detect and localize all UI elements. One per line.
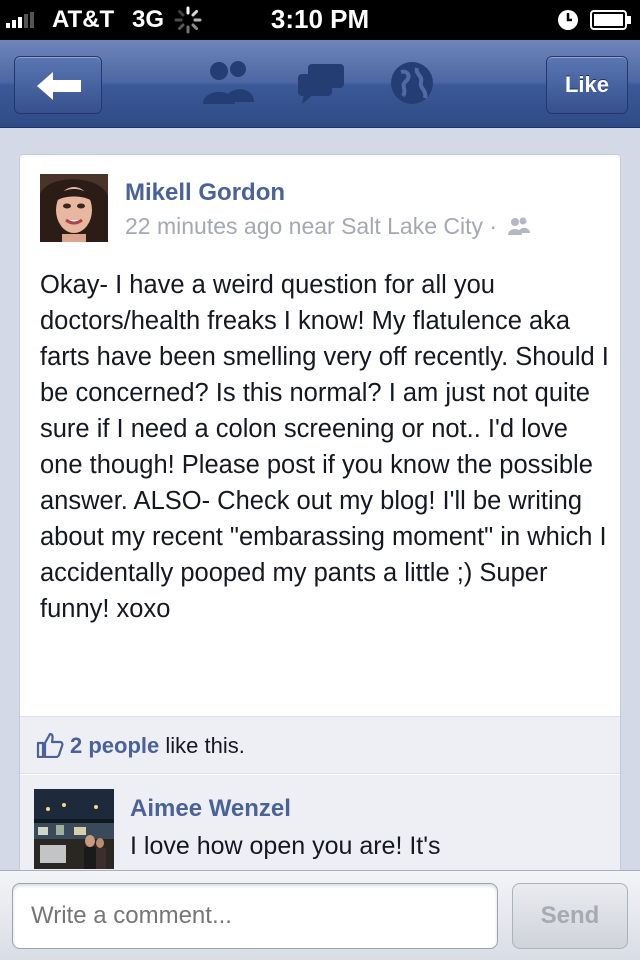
send-button[interactable]: Send xyxy=(512,883,628,949)
post-meta: 22 minutes ago near Salt Lake City · xyxy=(125,213,531,240)
comment-input[interactable] xyxy=(12,883,498,949)
post-timestamp-location: 22 minutes ago near Salt Lake City · xyxy=(125,213,498,239)
back-button[interactable] xyxy=(14,56,102,114)
battery-icon xyxy=(590,10,631,30)
commenter-avatar[interactable] xyxy=(34,789,114,869)
post-body: Okay- I have a weird question for all yo… xyxy=(40,271,609,623)
globe-notifications-icon[interactable] xyxy=(389,60,435,106)
friends-mini-icon xyxy=(508,217,531,235)
commenter-name[interactable]: Aimee Wenzel xyxy=(130,795,291,823)
post-author-name[interactable]: Mikell Gordon xyxy=(125,179,285,207)
likes-suffix: like this. xyxy=(159,733,245,758)
friends-icon[interactable] xyxy=(200,58,256,108)
post-card: Mikell Gordon 22 minutes ago near Salt L… xyxy=(19,154,621,915)
author-avatar[interactable] xyxy=(40,174,108,242)
alarm-clock-icon xyxy=(558,10,578,30)
likes-count-link[interactable]: 2 people xyxy=(70,733,159,758)
navigation-bar: Like xyxy=(0,40,640,128)
comment-text: I love how open you are! It's xyxy=(130,832,441,860)
like-button[interactable]: Like xyxy=(546,56,628,114)
back-arrow-icon xyxy=(37,72,81,100)
status-time: 3:10 PM xyxy=(270,4,370,34)
messages-icon[interactable] xyxy=(296,62,346,106)
likes-summary[interactable]: 2 people like this. xyxy=(20,716,620,774)
comment-composer: Send xyxy=(0,870,640,960)
likes-text: 2 people like this. xyxy=(70,733,245,759)
status-bar: AT&T 3G 3:10 PM xyxy=(0,0,640,40)
thumbs-up-icon xyxy=(36,732,64,758)
